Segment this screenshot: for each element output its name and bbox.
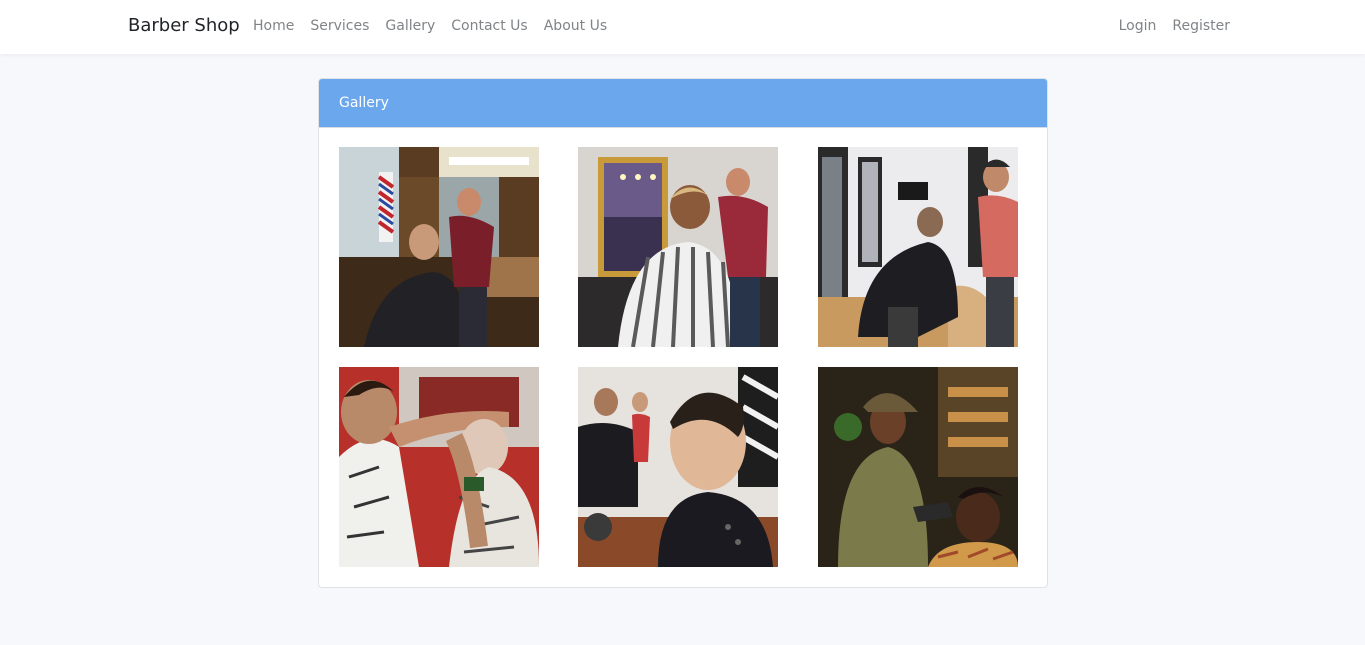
nav-gallery[interactable]: Gallery xyxy=(385,17,435,35)
barber-photo-3[interactable] xyxy=(818,147,1018,347)
barber-photo-1[interactable] xyxy=(339,147,539,347)
barber-photo-4[interactable] xyxy=(339,367,539,567)
nav-about-us[interactable]: About Us xyxy=(544,17,607,35)
barber-photo-2[interactable] xyxy=(578,147,778,347)
nav-contact-us[interactable]: Contact Us xyxy=(451,17,527,35)
main-nav: Home Services Gallery Contact Us About U… xyxy=(253,17,607,35)
gallery-card: Gallery xyxy=(318,78,1048,588)
nav-login[interactable]: Login xyxy=(1119,17,1157,35)
nav-services[interactable]: Services xyxy=(310,17,369,35)
barber-photo-5[interactable] xyxy=(578,367,778,567)
nav-register[interactable]: Register xyxy=(1172,17,1230,35)
brand-link[interactable]: Barber Shop xyxy=(128,15,240,36)
gallery-title: Gallery xyxy=(319,79,1047,128)
nav-home[interactable]: Home xyxy=(253,17,294,35)
barber-photo-6[interactable] xyxy=(818,367,1018,567)
auth-nav: Login Register xyxy=(1119,17,1230,35)
top-navbar: Barber Shop Home Services Gallery Contac… xyxy=(0,0,1365,54)
